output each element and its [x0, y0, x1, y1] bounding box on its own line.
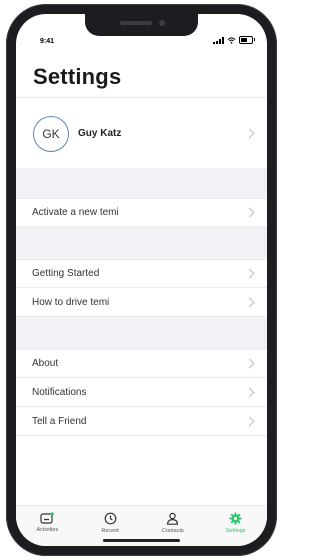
profile-name: Guy Katz — [78, 128, 122, 139]
gear-icon — [229, 512, 242, 525]
settings-item-label: Getting Started — [32, 268, 100, 279]
settings-item-how-to-drive[interactable]: How to drive temi — [16, 288, 267, 317]
settings-item-label: Tell a Friend — [32, 415, 87, 427]
tab-label: Activities — [36, 527, 59, 533]
chevron-right-icon — [244, 416, 255, 426]
settings-item-label: How to drive temi — [32, 296, 110, 308]
chevron-right-icon — [244, 207, 255, 218]
camera — [159, 20, 165, 26]
home-indicator — [103, 539, 180, 542]
settings-item-label: Activate a new temi — [32, 207, 119, 218]
status-icons — [213, 36, 255, 44]
wifi-icon — [227, 36, 236, 44]
chevron-right-icon — [244, 387, 255, 397]
chevron-right-icon — [244, 297, 255, 307]
settings-item-tell-a-friend[interactable]: Tell a Friend — [16, 407, 267, 436]
clock-icon — [104, 512, 117, 525]
settings-item-notifications[interactable]: Notifications — [16, 378, 267, 407]
tab-settings[interactable]: Settings — [204, 506, 267, 546]
battery-icon — [239, 36, 255, 44]
status-time: 9:41 — [40, 38, 55, 45]
signal-icon — [213, 36, 224, 44]
page-title: Settings — [33, 64, 122, 89]
activities-icon — [40, 512, 55, 524]
chevron-right-icon — [244, 128, 255, 139]
chevron-right-icon — [244, 268, 255, 279]
settings-item-activate[interactable]: Activate a new temi — [16, 198, 267, 227]
tab-label: Recent — [101, 528, 119, 534]
tab-label: Contacts — [162, 528, 184, 534]
avatar: GK — [33, 115, 69, 152]
settings-item-label: Notifications — [32, 386, 87, 398]
tab-label: Settings — [225, 528, 246, 534]
section-gap — [16, 317, 267, 349]
person-icon — [167, 512, 179, 525]
section-gap — [16, 168, 267, 198]
chevron-right-icon — [244, 358, 255, 369]
profile-row[interactable]: GK Guy Katz — [16, 97, 267, 169]
screen: 9:41 Settings GK Guy Katz Activate a new… — [16, 14, 267, 546]
section-gap — [16, 227, 267, 259]
settings-item-getting-started[interactable]: Getting Started — [16, 259, 267, 288]
tab-activities[interactable]: Activities — [16, 506, 79, 546]
settings-item-label: About — [32, 358, 59, 369]
speaker — [120, 21, 152, 25]
notch — [85, 14, 198, 36]
settings-item-about[interactable]: About — [16, 349, 267, 378]
phone-frame: 9:41 Settings GK Guy Katz Activate a new… — [6, 4, 277, 556]
